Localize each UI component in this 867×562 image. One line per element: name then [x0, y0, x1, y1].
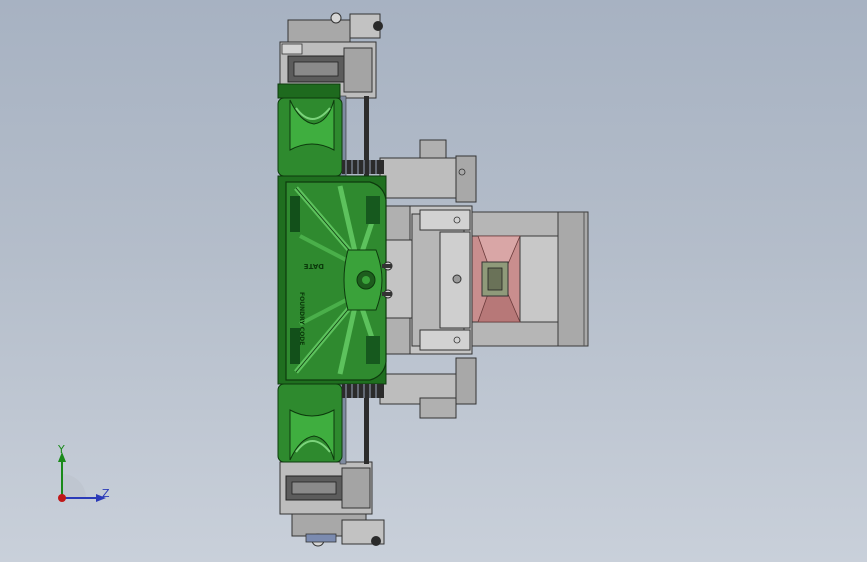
- casting-date-text: DATE: [304, 262, 324, 270]
- triad-y-label: Y: [58, 443, 65, 456]
- casting-foundry-text: FOUNDRY CODE: [298, 292, 305, 345]
- pink-core-block: [469, 235, 521, 323]
- clamp-plate-upper: [379, 139, 477, 203]
- cad-model-view[interactable]: DATE FOUNDRY CODE: [0, 0, 867, 562]
- casting-upper-lobe: [277, 83, 343, 177]
- slide-block: [379, 205, 473, 355]
- triad-origin: [58, 494, 66, 502]
- bottom-fixture: [279, 461, 385, 547]
- graphics-viewport[interactable]: DATE FOUNDRY CODE Y Z: [0, 0, 867, 562]
- casting-main-body: DATE FOUNDRY CODE: [277, 175, 393, 385]
- clamp-plate-lower: [379, 357, 477, 419]
- triad-z-label: Z: [102, 487, 110, 500]
- casting-lower-lobe: [277, 383, 343, 463]
- orientation-triad: [58, 452, 106, 502]
